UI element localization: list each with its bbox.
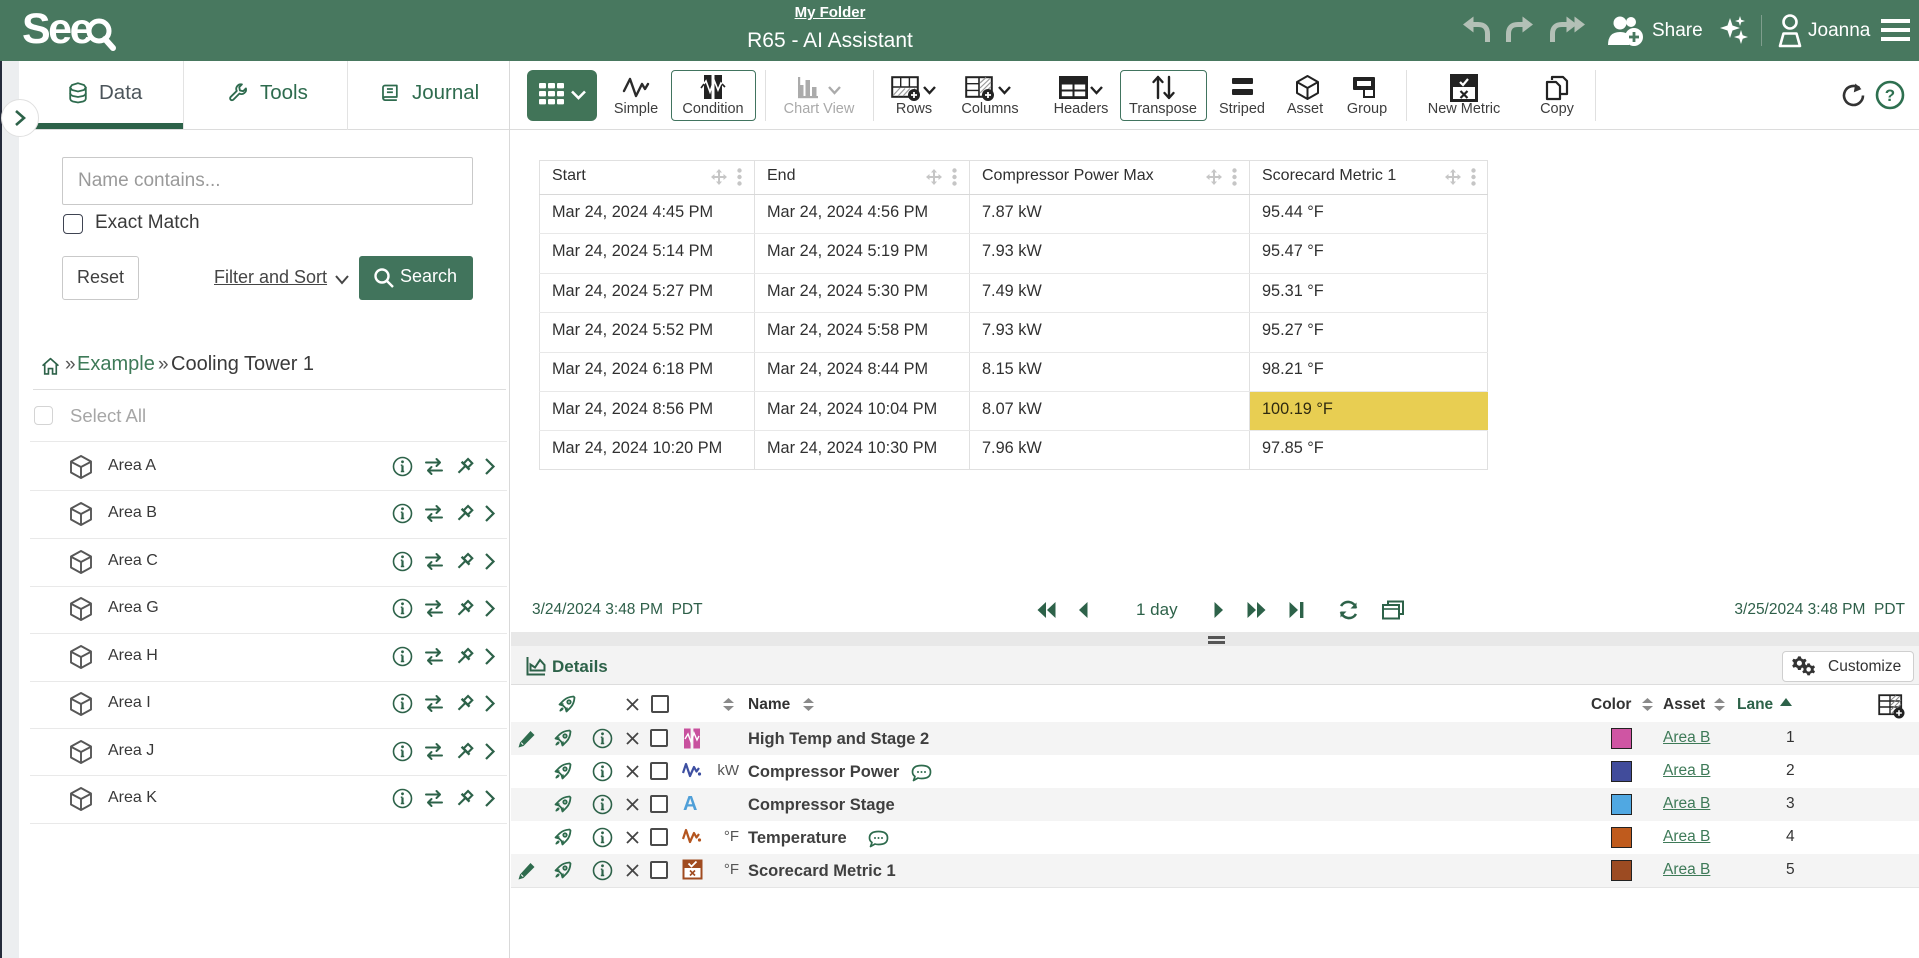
- svg-text:?: ?: [1885, 86, 1895, 105]
